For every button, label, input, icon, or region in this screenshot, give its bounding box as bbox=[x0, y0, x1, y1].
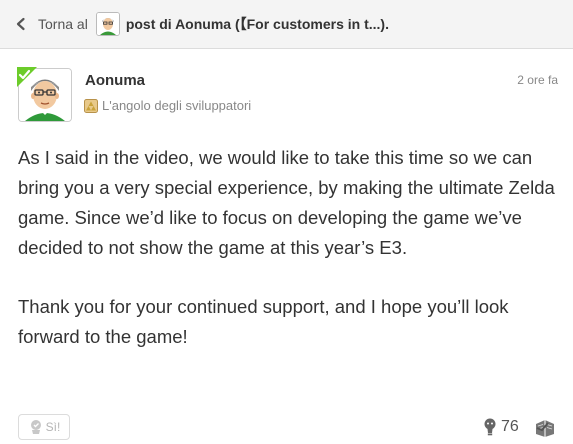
yeah-hand-icon bbox=[30, 420, 41, 434]
post-title-crumb: post di Aonuma (【For customers in t... bbox=[125, 16, 381, 32]
comment-book-icon[interactable] bbox=[534, 418, 556, 438]
author-name[interactable]: Aonuma bbox=[85, 72, 145, 89]
yeah-button[interactable]: Sì! bbox=[18, 414, 70, 440]
empathy-count-number: 76 bbox=[501, 418, 519, 435]
community-name: L'angolo degli sviluppatori bbox=[102, 98, 252, 113]
chevron-left-icon bbox=[16, 17, 25, 31]
post-body: As I said in the video, we would like to… bbox=[18, 143, 558, 381]
back-label: Torna al bbox=[38, 16, 88, 32]
top-nav-bar: Torna al post di Aonuma (【For customers … bbox=[0, 0, 573, 49]
community-link[interactable]: L'angolo degli sviluppatori bbox=[84, 98, 251, 113]
author-mini-avatar bbox=[95, 12, 120, 36]
post-title-suffix: ). bbox=[380, 16, 389, 32]
back-button[interactable]: Torna al post di Aonuma (【For customers … bbox=[0, 0, 389, 48]
empathy-count: 76 bbox=[482, 418, 519, 436]
post-paragraph: Thank you for your continued support, an… bbox=[18, 296, 509, 347]
empathy-icon bbox=[484, 418, 496, 436]
post-timestamp: 2 ore fa bbox=[517, 73, 558, 87]
post-paragraph: As I said in the video, we would like to… bbox=[18, 147, 555, 258]
verified-check-icon bbox=[17, 67, 37, 87]
yeah-label: Sì! bbox=[45, 420, 61, 434]
zelda-community-icon bbox=[84, 98, 98, 113]
